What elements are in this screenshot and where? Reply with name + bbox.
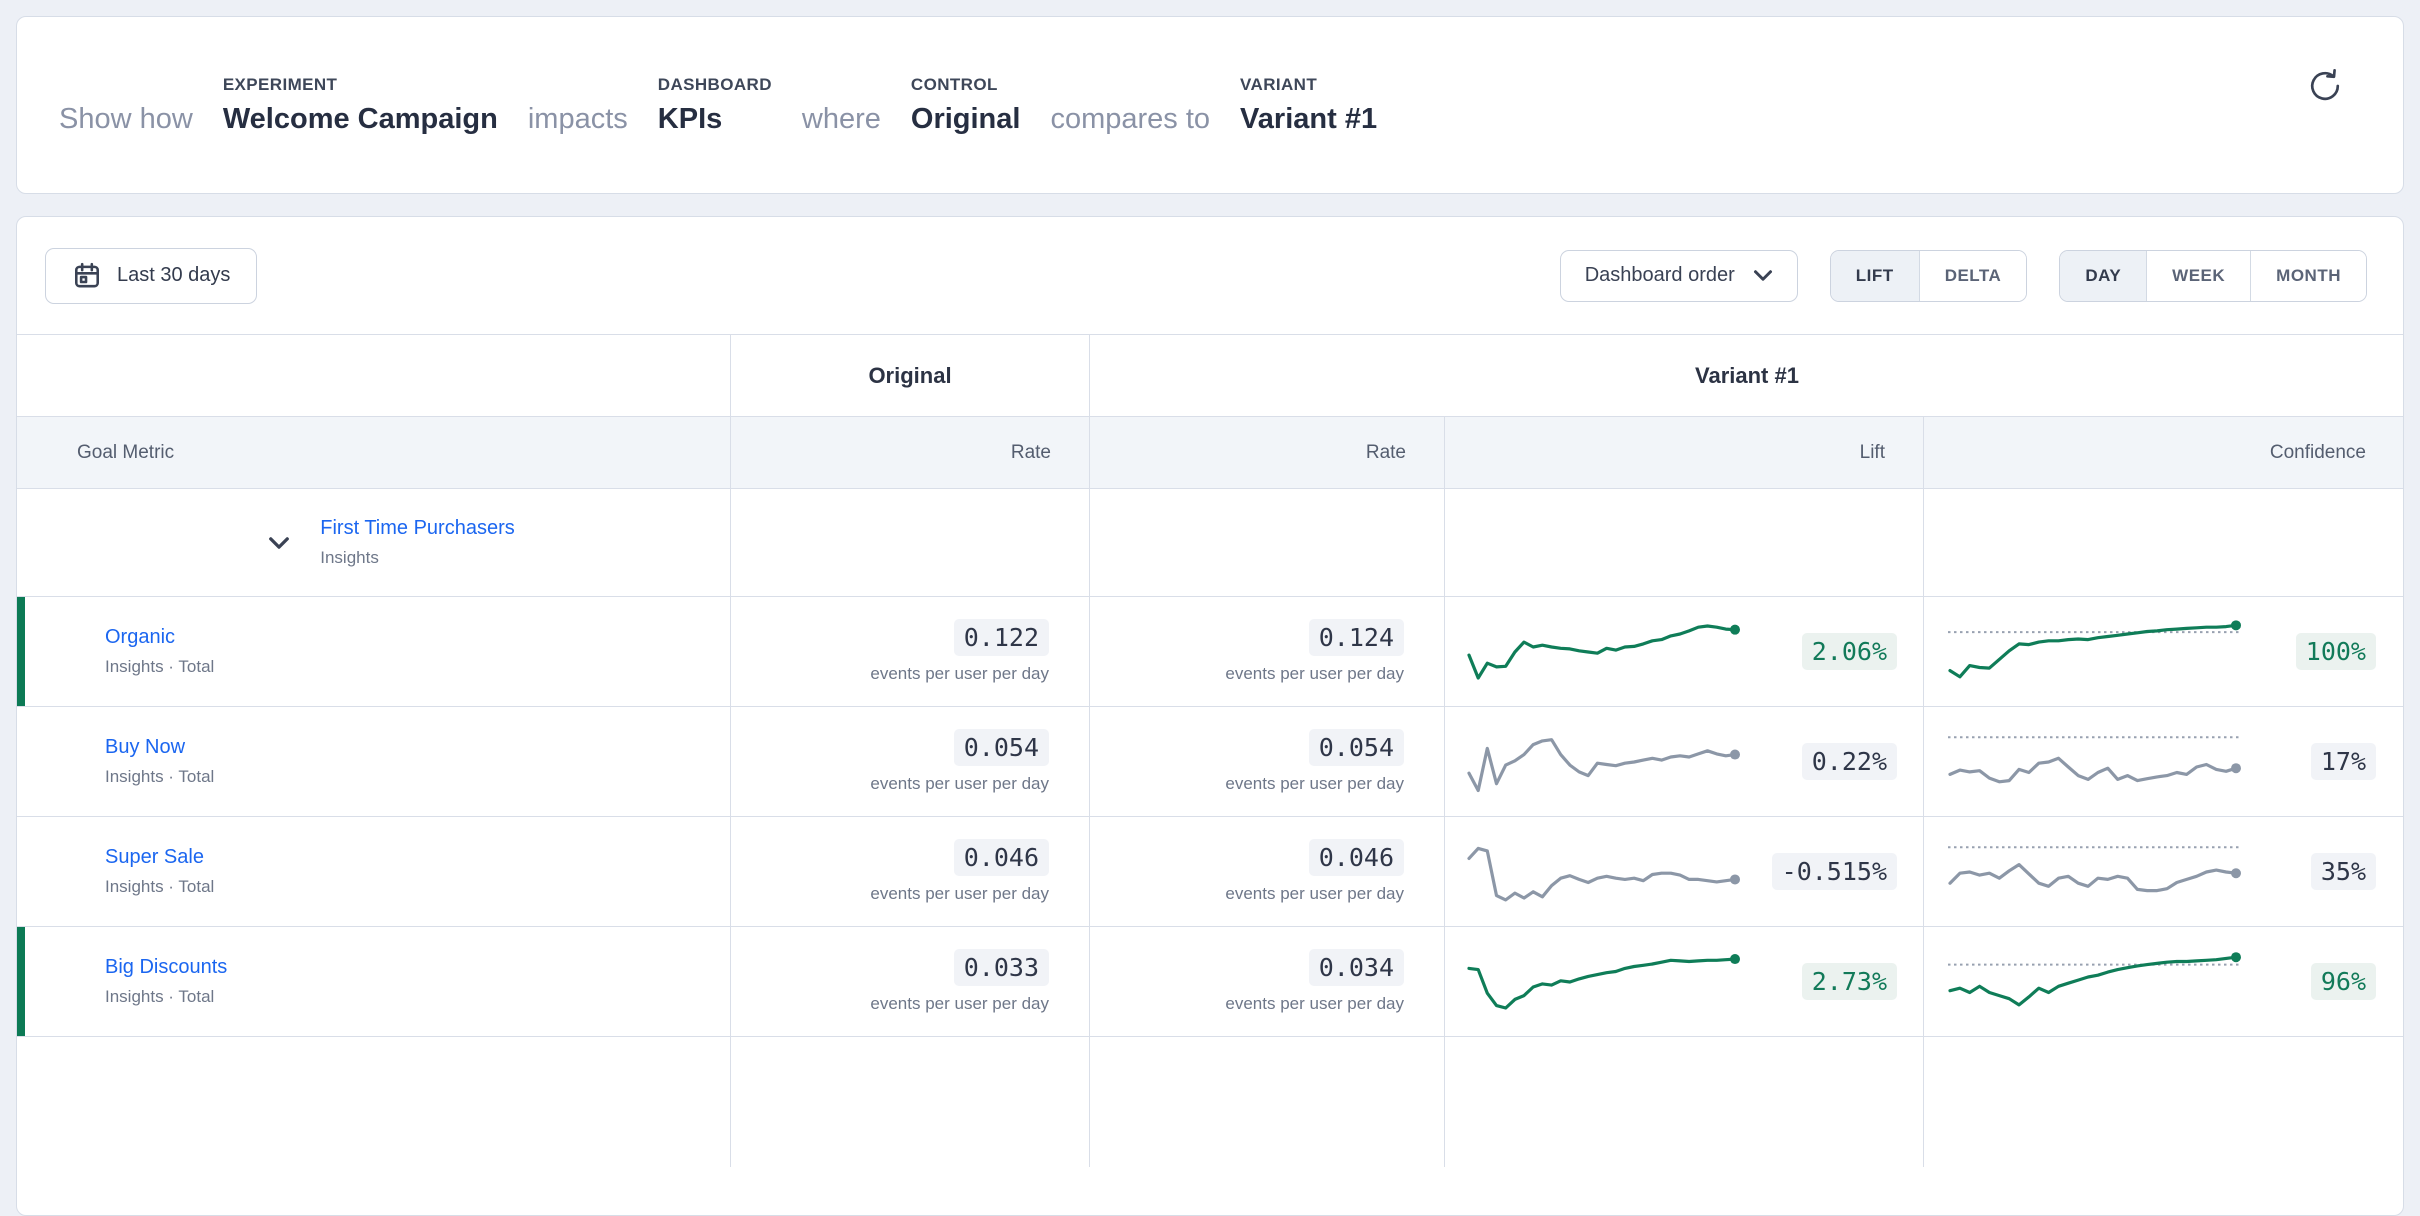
dashboard-order-select[interactable]: Dashboard order xyxy=(1560,250,1798,302)
confidence-value: 96% xyxy=(2311,963,2376,1000)
column-lift: Lift xyxy=(1444,417,1923,488)
lift-value: 0.22% xyxy=(1802,743,1897,780)
experiment-header-card: Show how EXPERIMENT Welcome Campaign imp… xyxy=(16,16,2404,194)
metric-link[interactable]: Big Discounts xyxy=(105,956,227,979)
variant-group-header: Variant #1 xyxy=(1089,335,2404,416)
lift-sparkline xyxy=(1463,722,1743,802)
variant-group-header-row: Original Variant #1 xyxy=(17,335,2403,417)
dashboard-toolbar: Last 30 days Dashboard order LIFT DELTA … xyxy=(17,217,2403,334)
metric-subtitle: Insights · Total xyxy=(105,877,214,897)
variant-rate-value: 0.034 xyxy=(1309,949,1404,986)
collapse-chevron[interactable] xyxy=(268,536,320,550)
lift-value: 2.73% xyxy=(1802,963,1897,1000)
confidence-sparkline xyxy=(1944,612,2244,692)
metric-link[interactable]: Super Sale xyxy=(105,846,204,869)
table-row: Organic Insights · Total 0.122 events pe… xyxy=(17,597,2403,707)
lift-value: 2.06% xyxy=(1802,633,1897,670)
dashboard-order-label: Dashboard order xyxy=(1585,264,1735,287)
confidence-sparkline xyxy=(1944,832,2244,912)
column-header-row: Goal Metric Rate Rate Lift Confidence xyxy=(17,417,2403,489)
toggle-option-delta[interactable]: DELTA xyxy=(1919,251,2027,301)
dashboard-name[interactable]: KPIs xyxy=(658,104,772,134)
sentence-connector: where xyxy=(802,104,881,134)
table-row: Big Discounts Insights · Total 0.033 eve… xyxy=(17,927,2403,1037)
control-rate-value: 0.033 xyxy=(954,949,1049,986)
rate-unit: events per user per day xyxy=(870,994,1049,1014)
rate-unit: events per user per day xyxy=(870,774,1049,794)
rate-unit: events per user per day xyxy=(870,664,1049,684)
date-range-label: Last 30 days xyxy=(117,264,230,287)
variant-name[interactable]: Variant #1 xyxy=(1240,104,1377,134)
experiment-label: EXPERIMENT xyxy=(223,75,498,95)
chevron-down-icon xyxy=(1753,269,1773,282)
table-row: Super Sale Insights · Total 0.046 events… xyxy=(17,817,2403,927)
metric-subtitle: Insights xyxy=(320,548,514,568)
control-rate-value: 0.046 xyxy=(954,839,1049,876)
confidence-sparkline xyxy=(1944,722,2244,802)
metric-subtitle: Insights · Total xyxy=(105,767,214,787)
confidence-sparkline xyxy=(1944,942,2244,1022)
variant-label: VARIANT xyxy=(1240,75,1377,95)
rate-unit: events per user per day xyxy=(1225,664,1404,684)
lift-sparkline xyxy=(1463,832,1743,912)
lift-delta-toggle: LIFT DELTA xyxy=(1830,250,2028,302)
rate-unit: events per user per day xyxy=(1225,774,1404,794)
metric-subtitle: Insights · Total xyxy=(105,987,214,1007)
metric-subtitle: Insights · Total xyxy=(105,657,214,677)
variant-rate-value: 0.046 xyxy=(1309,839,1404,876)
column-confidence: Confidence xyxy=(1923,417,2404,488)
toggle-option-month[interactable]: MONTH xyxy=(2250,251,2366,301)
metric-link[interactable]: First Time Purchasers xyxy=(320,517,514,540)
refresh-button[interactable] xyxy=(2303,65,2347,109)
control-name[interactable]: Original xyxy=(911,104,1021,134)
table-row-partial xyxy=(17,1037,2403,1167)
control-rate-value: 0.122 xyxy=(954,619,1049,656)
toggle-option-lift[interactable]: LIFT xyxy=(1831,251,1919,301)
experiment-name[interactable]: Welcome Campaign xyxy=(223,104,498,134)
control-rate-value: 0.054 xyxy=(954,729,1049,766)
rate-unit: events per user per day xyxy=(1225,994,1404,1014)
metric-group-row: First Time Purchasers Insights xyxy=(17,489,2403,597)
sentence-connector: compares to xyxy=(1050,104,1210,134)
lift-sparkline xyxy=(1463,942,1743,1022)
sentence-connector: impacts xyxy=(528,104,628,134)
column-goal-metric: Goal Metric xyxy=(17,417,730,488)
refresh-icon xyxy=(2305,66,2345,106)
experiment-sentence: Show how EXPERIMENT Welcome Campaign imp… xyxy=(59,75,1377,134)
column-variant-rate: Rate xyxy=(1089,417,1444,488)
lift-sparkline xyxy=(1463,612,1743,692)
confidence-value: 100% xyxy=(2296,633,2376,670)
chevron-down-icon xyxy=(268,536,290,550)
control-label: CONTROL xyxy=(911,75,1021,95)
calendar-icon xyxy=(72,261,102,291)
column-control-rate: Rate xyxy=(730,417,1089,488)
experiment-results-card: Last 30 days Dashboard order LIFT DELTA … xyxy=(16,216,2404,1216)
control-group-header: Original xyxy=(730,335,1089,416)
sentence-connector: Show how xyxy=(59,104,193,134)
toggle-option-day[interactable]: DAY xyxy=(2060,251,2146,301)
results-table: Original Variant #1 Goal Metric Rate Rat… xyxy=(17,334,2403,1167)
metric-link[interactable]: Organic xyxy=(105,626,175,649)
lift-value: -0.515% xyxy=(1772,853,1897,890)
date-range-button[interactable]: Last 30 days xyxy=(45,248,257,304)
rate-unit: events per user per day xyxy=(1225,884,1404,904)
toggle-option-week[interactable]: WEEK xyxy=(2146,251,2250,301)
metric-link[interactable]: Buy Now xyxy=(105,736,185,759)
variant-rate-value: 0.054 xyxy=(1309,729,1404,766)
confidence-value: 35% xyxy=(2311,853,2376,890)
confidence-value: 17% xyxy=(2311,743,2376,780)
interval-toggle: DAY WEEK MONTH xyxy=(2059,250,2367,302)
variant-rate-value: 0.124 xyxy=(1309,619,1404,656)
table-row: Buy Now Insights · Total 0.054 events pe… xyxy=(17,707,2403,817)
rate-unit: events per user per day xyxy=(870,884,1049,904)
dashboard-label: DASHBOARD xyxy=(658,75,772,95)
